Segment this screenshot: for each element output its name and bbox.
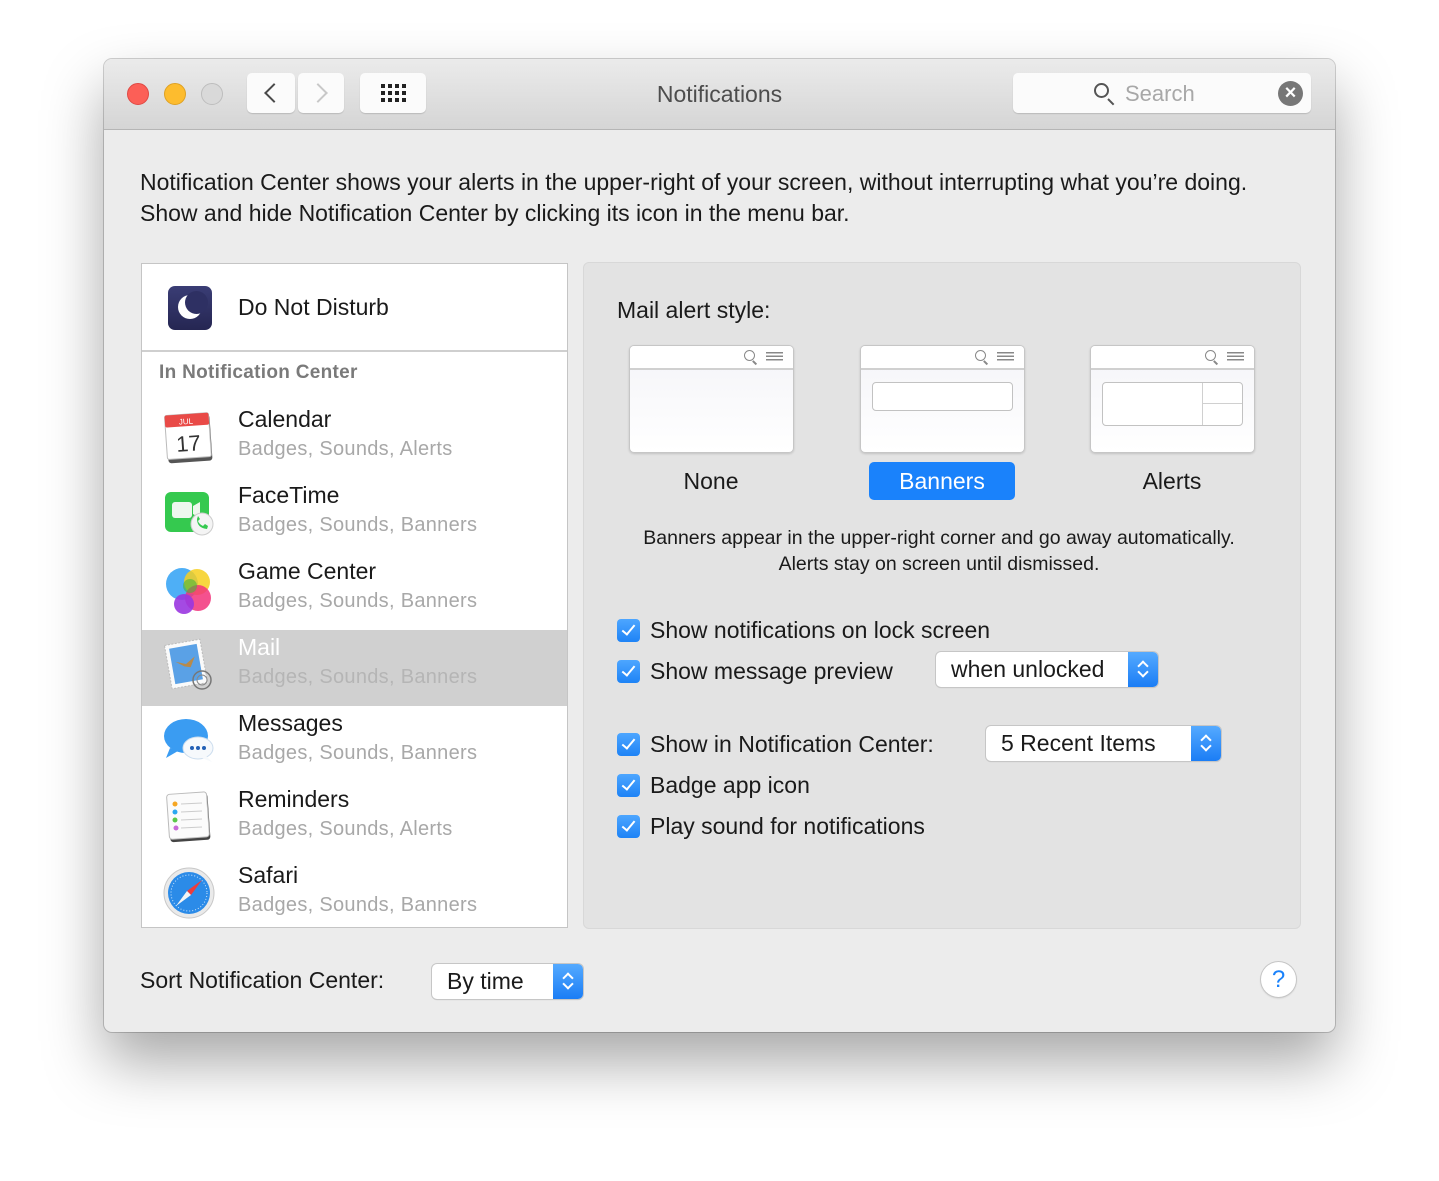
app-name: Messages: [238, 710, 343, 736]
app-name: FaceTime: [238, 482, 340, 508]
play-sound-option[interactable]: Play sound for notifications: [617, 811, 925, 841]
sidebar-item-game-center[interactable]: Game Center Badges, Sounds, Banners: [142, 554, 567, 630]
lock-screen-checkbox[interactable]: [617, 618, 640, 642]
app-name: Mail: [238, 634, 281, 660]
search-field[interactable]: Search ×: [1013, 73, 1311, 113]
app-detail: Badges, Sounds, Banners: [238, 742, 478, 764]
app-detail: Badges, Sounds, Banners: [238, 514, 478, 536]
alert-style-banners-button[interactable]: Banners: [869, 462, 1015, 500]
show-in-nc-checkbox[interactable]: [617, 732, 640, 756]
app-name: Safari: [238, 862, 299, 888]
app-detail: Badges, Sounds, Banners: [238, 894, 478, 916]
safari-icon: [162, 866, 216, 920]
section-header: In Notification Center: [159, 362, 358, 383]
message-preview-option[interactable]: Show message preview: [617, 656, 893, 686]
preferences-window: Notifications Search × Notification Cent…: [104, 59, 1335, 1032]
do-not-disturb-label: Do Not Disturb: [238, 294, 389, 320]
badge-icon-label: Badge app icon: [650, 771, 810, 798]
app-detail: Badges, Sounds, Alerts: [238, 438, 453, 460]
alert-style-alerts-preview[interactable]: [1090, 345, 1255, 453]
search-icon: [975, 350, 986, 361]
sidebar-item-calendar[interactable]: JUL 17 Calendar Badges, Sounds, Alerts: [142, 402, 567, 478]
play-sound-checkbox[interactable]: [617, 814, 640, 838]
list-icon: [1227, 352, 1244, 361]
message-preview-label: Show message preview: [650, 657, 893, 684]
play-sound-label: Play sound for notifications: [650, 812, 925, 839]
sidebar-item-safari[interactable]: Safari Badges, Sounds, Banners: [142, 858, 567, 927]
message-preview-popup[interactable]: when unlocked: [936, 652, 1158, 687]
alert-style-banners-preview[interactable]: [860, 345, 1025, 453]
lock-screen-label: Show notifications on lock screen: [650, 616, 991, 643]
popup-arrows-icon: [553, 964, 583, 999]
sidebar-item-reminders[interactable]: Reminders Badges, Sounds, Alerts: [142, 782, 567, 858]
list-icon: [766, 352, 783, 361]
facetime-icon: [162, 486, 216, 540]
app-name: Calendar: [238, 406, 332, 432]
search-icon: [1205, 350, 1216, 361]
recent-items-value: 5 Recent Items: [1001, 730, 1156, 756]
badge-icon-option[interactable]: Badge app icon: [617, 770, 810, 800]
title-bar: Notifications Search ×: [104, 59, 1335, 130]
search-icon: [1094, 83, 1109, 98]
mail-icon: [162, 638, 216, 692]
alert-illustration: [1102, 382, 1243, 426]
game-center-icon: [162, 562, 216, 616]
intro-text: Notification Center shows your alerts in…: [140, 169, 1248, 226]
search-placeholder: Search: [1125, 81, 1195, 106]
sidebar-item-messages[interactable]: Messages Badges, Sounds, Banners: [142, 706, 567, 782]
search-icon: [744, 350, 755, 361]
show-in-nc-option[interactable]: Show in Notification Center:: [617, 729, 934, 759]
sort-label: Sort Notification Center:: [140, 967, 385, 993]
clear-search-button[interactable]: ×: [1278, 81, 1303, 106]
app-name: Game Center: [238, 558, 377, 584]
sort-value: By time: [447, 968, 524, 994]
alert-style-none-preview[interactable]: [629, 345, 794, 453]
messages-icon: [162, 714, 216, 768]
help-button[interactable]: ?: [1261, 962, 1296, 997]
app-detail: Badges, Sounds, Alerts: [238, 818, 453, 840]
banner-illustration: [872, 382, 1013, 411]
app-list[interactable]: Do Not Disturb In Notification Center JU…: [141, 263, 568, 928]
sidebar-item-do-not-disturb[interactable]: Do Not Disturb: [142, 264, 567, 352]
reminders-icon: [162, 790, 216, 844]
svg-text:17: 17: [175, 430, 201, 457]
moon-icon: [168, 286, 212, 330]
recent-items-popup[interactable]: 5 Recent Items: [986, 726, 1221, 761]
sidebar-item-mail[interactable]: Mail Badges, Sounds, Banners: [142, 630, 567, 706]
sort-popup[interactable]: By time: [432, 964, 583, 999]
lock-screen-option[interactable]: Show notifications on lock screen: [617, 615, 990, 645]
calendar-icon: JUL 17: [162, 410, 216, 464]
popup-arrows-icon: [1128, 652, 1158, 687]
badge-icon-checkbox[interactable]: [617, 773, 640, 797]
alert-style-label: Mail alert style:: [617, 297, 771, 323]
sidebar-item-facetime[interactable]: FaceTime Badges, Sounds, Banners: [142, 478, 567, 554]
message-preview-value: when unlocked: [951, 656, 1105, 682]
popup-arrows-icon: [1191, 726, 1221, 761]
message-preview-checkbox[interactable]: [617, 659, 640, 683]
alert-style-alerts-button[interactable]: Alerts: [1099, 462, 1245, 500]
list-icon: [997, 352, 1014, 361]
app-detail: Badges, Sounds, Banners: [238, 590, 478, 612]
show-in-nc-label: Show in Notification Center:: [650, 730, 934, 757]
alert-style-none-button[interactable]: None: [638, 462, 784, 500]
detail-panel: Mail alert style: None Banners Alerts Ba…: [583, 262, 1301, 929]
svg-text:JUL: JUL: [179, 417, 194, 427]
app-detail: Badges, Sounds, Banners: [238, 666, 478, 688]
alert-style-description: Banners appear in the upper-right corner…: [643, 527, 1235, 575]
app-name: Reminders: [238, 786, 350, 812]
